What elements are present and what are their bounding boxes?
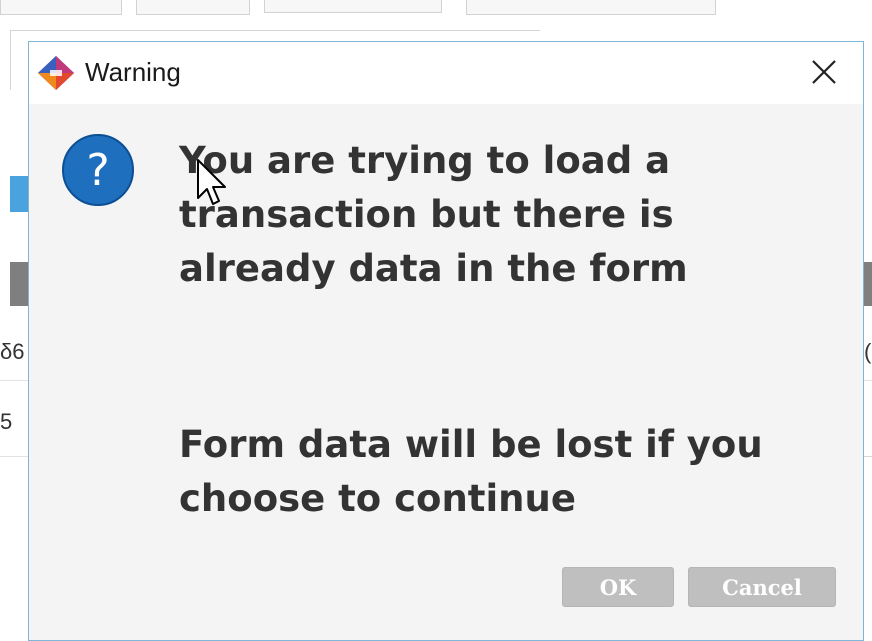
bg-row-divider <box>864 456 872 457</box>
question-icon: ? <box>62 134 134 206</box>
dialog-titlebar[interactable]: Warning <box>29 42 863 104</box>
table-cell: 5 <box>0 409 13 434</box>
table-row[interactable]: δ6 <box>0 330 30 381</box>
close-icon[interactable] <box>803 52 843 92</box>
dialog-message-secondary: Form data will be lost if you choose to … <box>179 423 763 520</box>
bg-toolbar-field-2[interactable] <box>136 0 250 15</box>
dialog-title: Warning <box>85 57 181 87</box>
bg-toolbar-field-3[interactable] <box>264 0 442 13</box>
bg-divider <box>10 30 540 31</box>
table-row[interactable]: 5 <box>0 400 30 457</box>
warning-dialog: Warning ? You are trying to load a trans… <box>28 41 864 641</box>
bg-table-header-left <box>10 262 30 306</box>
table-row[interactable]: ( <box>864 330 872 381</box>
table-cell: δ6 <box>0 339 25 364</box>
bg-divider-vertical <box>10 30 11 90</box>
cancel-button[interactable]: Cancel <box>688 567 836 607</box>
app-logo-icon <box>38 56 74 90</box>
bg-toolbar-field-1[interactable] <box>0 0 122 15</box>
dialog-message-primary: You are trying to load a transaction but… <box>179 139 688 290</box>
ok-button[interactable]: OK <box>562 567 674 607</box>
bg-table-header-right <box>864 262 872 306</box>
bg-selected-strip <box>10 176 30 212</box>
table-cell: ( <box>864 339 872 364</box>
question-mark-text: ? <box>86 145 109 196</box>
bg-toolbar-field-4[interactable] <box>466 0 716 15</box>
